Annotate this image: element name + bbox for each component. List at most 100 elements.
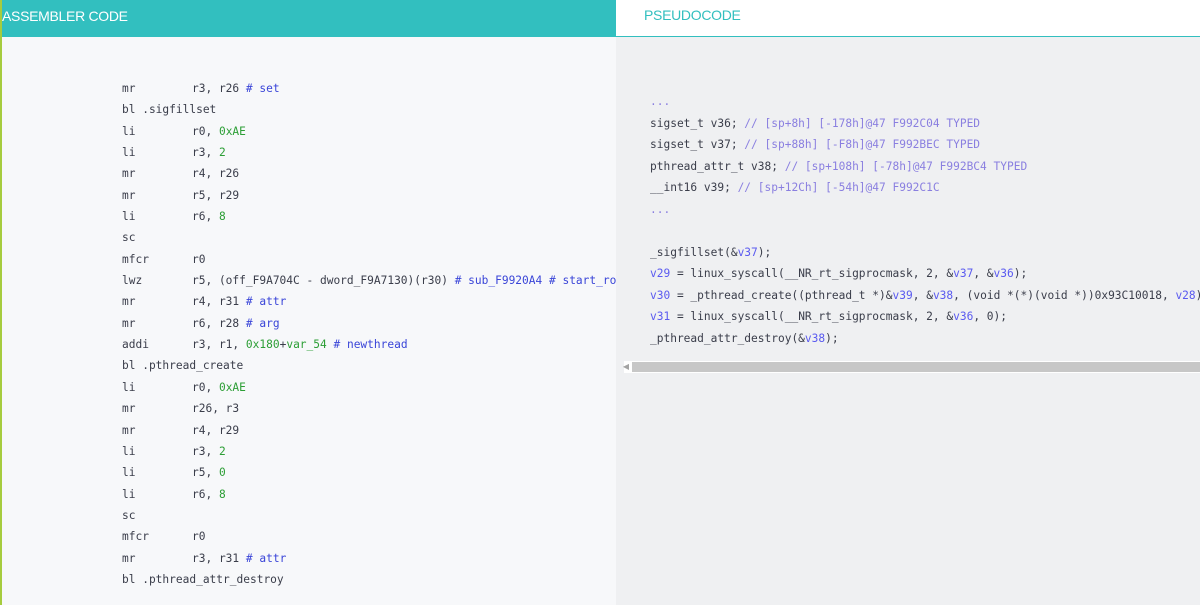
- asm-comment: # newthread: [326, 338, 408, 352]
- pseudocode-statement: __int16 v39;: [650, 181, 738, 194]
- asm-operands: r5, 0: [192, 466, 226, 480]
- asm-mnemonic: li: [122, 124, 136, 138]
- asm-mnemonic: mr: [122, 82, 136, 95]
- asm-mnemonic: bl .pthread_attr_destroy: [122, 572, 284, 586]
- asm-mnemonic: mr: [122, 316, 136, 330]
- asm-number: 0xAE: [218, 380, 246, 394]
- asm-mnemonic: lwz: [122, 274, 143, 288]
- asm-mnemonic: mfcr: [122, 530, 149, 544]
- pseudocode-line: v29 = linux_syscall(__NR_rt_sigprocmask,…: [650, 263, 1200, 285]
- pseudocode-comment: // [sp+12Ch] [-54h]@47 F992C1C: [737, 181, 940, 194]
- asm-mnemonic: mr: [122, 423, 136, 437]
- asm-operands: r0: [192, 252, 206, 266]
- asm-number: 0xAE: [218, 124, 246, 138]
- pseudocode-statement: ...: [650, 95, 671, 108]
- asm-number: 8: [218, 210, 226, 224]
- pseudocode-line: sigset_t v36; // [sp+8h] [-178h]@47 F992…: [650, 113, 1200, 135]
- asm-operands: r3, r31 # attr: [192, 551, 287, 565]
- pseudocode-statement: sigset_t v37;: [650, 138, 745, 151]
- asm-operands: r4, r29: [192, 423, 240, 437]
- asm-operands: r3, r26 # set: [192, 82, 280, 95]
- pseudocode-line: v30 = _pthread_create((pthread_t *)&v39,…: [650, 285, 1200, 307]
- asm-line: lwz r5, (off_F9A704C - dword_F9A7130)(r30…: [122, 270, 616, 291]
- pseudocode-comment: // [sp+88h] [-F8h]@47 F992BEC TYPED: [744, 138, 981, 151]
- asm-mnemonic: mr: [122, 551, 136, 565]
- pseudocode-line: _pthread_attr_destroy(&v38);: [650, 328, 1200, 350]
- asm-number: 0x180: [245, 338, 280, 352]
- asm-operands: r6, r28 # arg: [192, 316, 280, 330]
- asm-mnemonic: li: [122, 210, 136, 224]
- asm-mnemonic: sc: [122, 508, 136, 522]
- asm-mnemonic: bl .pthread_create: [122, 359, 244, 373]
- pseudocode-comment: // [sp+8h] [-178h]@47 F992C04 TYPED: [744, 116, 981, 130]
- asm-mnemonic: sc: [122, 231, 136, 245]
- pseudocode-pane: PSEUDOCODE ... sigset_t v36; // [sp+8h] […: [616, 0, 1200, 605]
- asm-operands: r6, 8: [192, 487, 226, 501]
- asm-line: mr r26, r3: [122, 398, 616, 419]
- asm-mnemonic: mr: [122, 167, 136, 181]
- asm-comment: # attr: [239, 551, 287, 565]
- pseudocode-line: ...: [650, 91, 1200, 113]
- asm-mnemonic: li: [122, 487, 136, 501]
- horizontal-scrollbar-thumb[interactable]: [632, 362, 1200, 372]
- asm-operands: r5, (off_F9A704C - dword_F9A7130)(r30) #…: [192, 270, 616, 291]
- asm-line: li r6, 8: [122, 206, 616, 227]
- asm-mnemonic: mr: [122, 188, 136, 202]
- asm-operands: r0, 0xAE: [192, 124, 246, 138]
- asm-mnemonic: mfcr: [122, 252, 149, 266]
- asm-mnemonic: mr: [122, 295, 136, 309]
- pseudocode-statement: _pthread_attr_destroy(&v38);: [650, 331, 839, 345]
- scroll-left-arrow-icon[interactable]: ◀: [622, 362, 630, 372]
- asm-operands: r3, 2: [192, 444, 226, 458]
- asm-line: li r0, 0xAE: [122, 377, 616, 398]
- asm-line: mr r3, r31 # attr: [122, 548, 616, 569]
- asm-line: mr r3, r26 # set: [122, 78, 616, 99]
- assembler-code[interactable]: mr r3, r26 # set bl .sigfillset li r0, 0xAE l…: [122, 78, 616, 590]
- pseudocode-statement: pthread_attr_t v38;: [650, 159, 785, 173]
- asm-number: 0: [218, 466, 226, 480]
- asm-comment: # set: [239, 82, 280, 95]
- asm-line: li r3, 2: [122, 142, 616, 163]
- pseudocode-statement: sigset_t v36;: [650, 116, 745, 130]
- asm-operands: r4, r31 # attr: [192, 295, 287, 309]
- asm-number: 8: [218, 487, 226, 501]
- asm-line: bl .pthread_attr_destroy: [122, 569, 616, 590]
- asm-line: addi r3, r1, 0x180+var_54 # newthread: [122, 334, 616, 355]
- asm-line: mr r4, r26: [122, 163, 616, 184]
- asm-mnemonic: li: [122, 444, 136, 458]
- asm-mnemonic: bl .sigfillset: [122, 103, 217, 117]
- asm-comment: # arg: [239, 316, 280, 330]
- asm-operands: r5, r29: [192, 188, 240, 202]
- asm-comment: # sub_F9920A4 # start_routine: [454, 274, 616, 288]
- asm-mnemonic: addi: [122, 338, 149, 352]
- pseudocode-statement: v30 = _pthread_create((pthread_t *)&v39,…: [650, 288, 1200, 302]
- pseudocode-line: [650, 220, 1200, 242]
- asm-operands: r6, 8: [192, 210, 226, 224]
- asm-line: bl .sigfillset: [122, 99, 616, 120]
- asm-line: mr r4, r29: [122, 420, 616, 441]
- pseudocode-statement: v31 = linux_syscall(__NR_rt_sigprocmask,…: [650, 310, 1008, 323]
- asm-mnemonic: mr: [122, 402, 136, 416]
- pseudocode-statement: _sigfillset(&v37);: [650, 245, 772, 259]
- pseudocode-title: PSEUDOCODE: [644, 7, 741, 23]
- asm-line: mfcr r0: [122, 249, 616, 270]
- pseudocode-code[interactable]: ... sigset_t v36; // [sp+8h] [-178h]@47 F…: [650, 91, 1200, 349]
- assembler-title: ASSEMBLER CODE: [2, 8, 128, 24]
- pseudocode-line: __int16 v39; // [sp+12Ch] [-54h]@47 F992…: [650, 177, 1200, 199]
- asm-line: li r5, 0: [122, 462, 616, 483]
- pseudocode-header: PSEUDOCODE: [616, 0, 1200, 37]
- pseudocode-comment: // [sp+108h] [-78h]@47 F992BC4 TYPED: [784, 159, 1028, 173]
- pseudocode-statement: ...: [650, 202, 671, 216]
- asm-mnemonic: li: [122, 466, 136, 480]
- asm-operands: r3, 2: [192, 146, 226, 160]
- asm-mnemonic: li: [122, 146, 136, 160]
- pseudocode-line: ...: [650, 199, 1200, 221]
- assembler-pane: ASSEMBLER CODE mr r3, r26 # set bl .sigfil…: [2, 0, 616, 605]
- asm-line: sc: [122, 505, 616, 526]
- asm-line: mfcr r0: [122, 526, 616, 547]
- asm-number: 2: [218, 444, 226, 458]
- asm-operands: r0: [192, 530, 206, 544]
- asm-line: mr r5, r29: [122, 185, 616, 206]
- asm-comment: # attr: [239, 295, 287, 309]
- asm-mnemonic: li: [122, 380, 136, 394]
